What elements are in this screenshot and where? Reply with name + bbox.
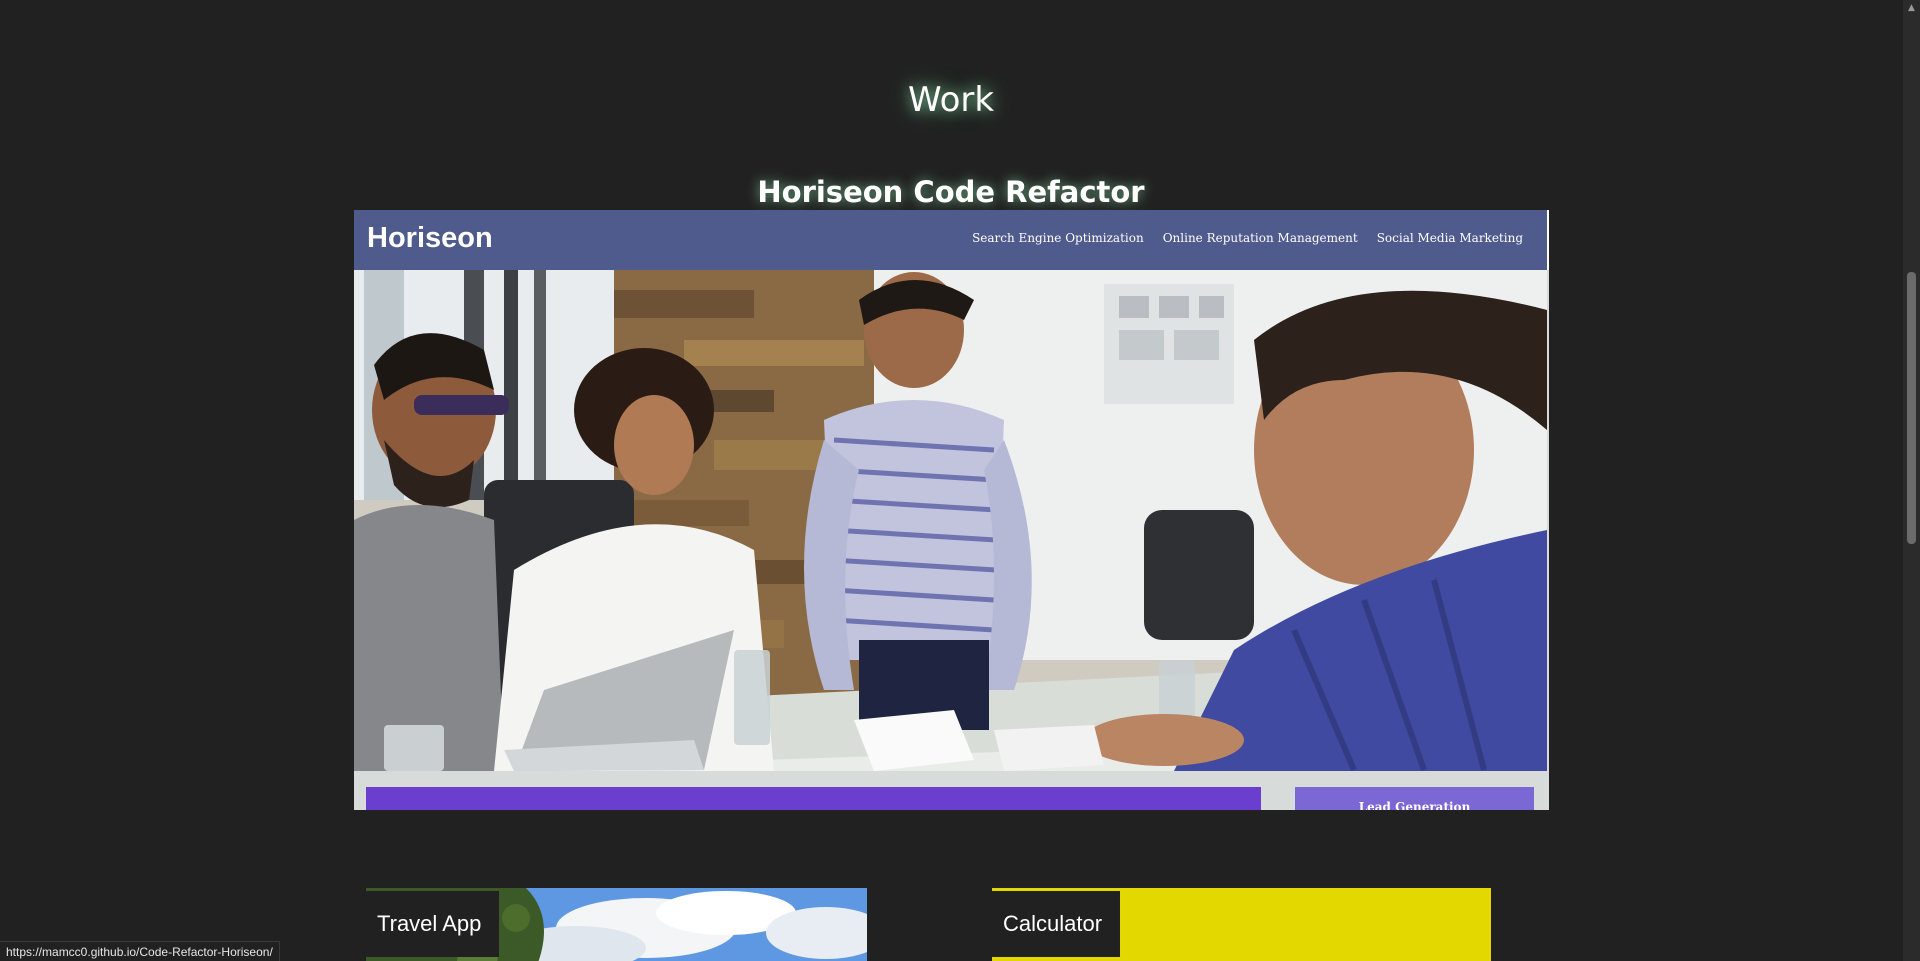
horiseon-header: Horiseon Search Engine Optimization Onli… [354,210,1549,270]
project-title-travel-app: Travel App [366,891,500,957]
horiseon-nav: Search Engine Optimization Online Reputa… [972,231,1523,245]
link-preview-url: https://mamcc0.github.io/Code-Refactor-H… [0,941,280,961]
vertical-scrollbar[interactable]: ▲ [1903,0,1920,961]
scroll-up-arrow-icon[interactable]: ▲ [1903,0,1920,17]
horiseon-lead-generation: Lead Generation [1295,787,1534,810]
project-card-travel-app[interactable]: Travel App [366,888,867,961]
horiseon-logo: Horiseon [367,222,493,254]
featured-project-title[interactable]: Horiseon Code Refactor [0,175,1902,209]
horiseon-nav-item: Online Reputation Management [1162,231,1358,245]
section-title: Work [907,80,995,120]
horiseon-nav-item: Search Engine Optimization [972,231,1144,245]
project-card-calculator[interactable]: Calculator [992,888,1491,961]
portfolio-page: Work Horiseon Code Refactor Horiseon Sea… [0,0,1920,961]
scrollbar-thumb[interactable] [1907,272,1916,544]
horiseon-content-strip [366,787,1261,810]
horiseon-hero-image [354,270,1547,771]
project-title-calculator: Calculator [992,891,1121,957]
featured-project-link[interactable]: Horiseon Search Engine Optimization Onli… [354,210,1549,810]
meeting-photo [354,270,1547,771]
horiseon-nav-item: Social Media Marketing [1376,231,1523,245]
